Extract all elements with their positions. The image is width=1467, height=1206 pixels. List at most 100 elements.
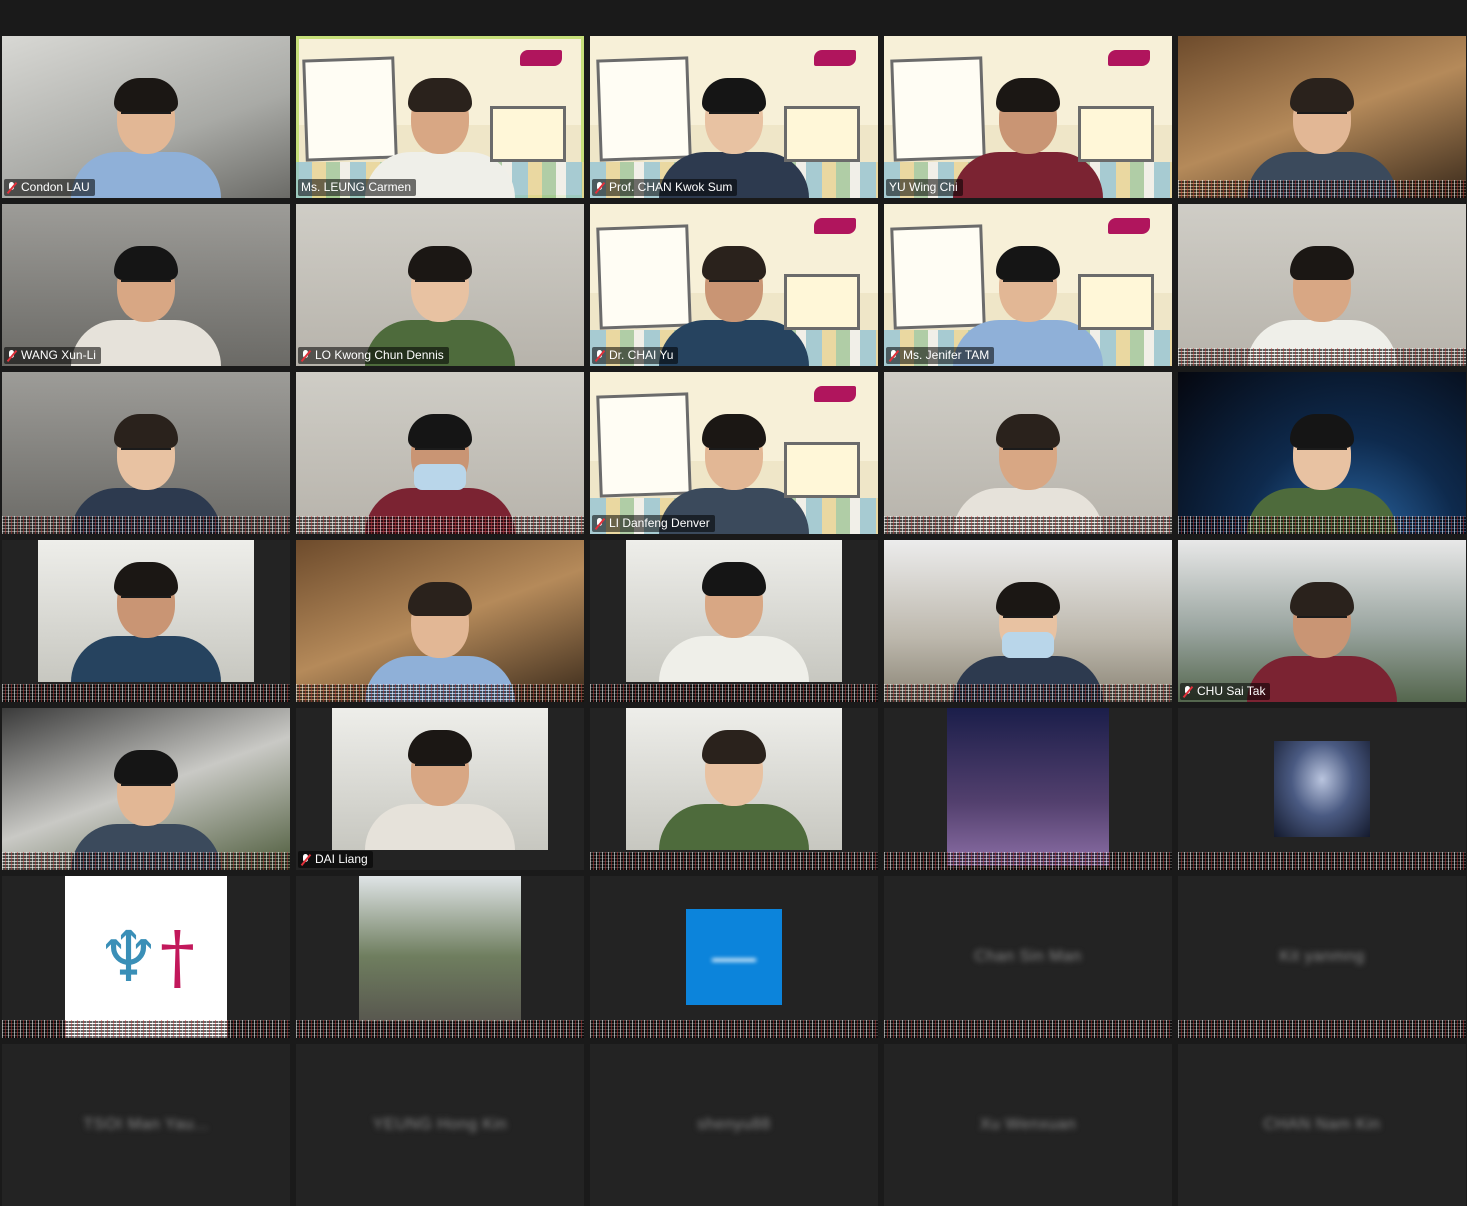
participant-video (953, 402, 1103, 534)
participant-tile[interactable] (884, 540, 1172, 702)
participant-name: CHU Sai Tak (1197, 684, 1266, 698)
participant-tile[interactable] (590, 540, 878, 702)
participant-tile[interactable] (590, 708, 878, 870)
participant-name-label: Prof. CHAN Kwok Sum (592, 179, 738, 196)
participant-tile[interactable]: Chan Sin Man (884, 876, 1172, 1038)
obscured-name-bar (296, 684, 584, 702)
participant-name-label: YU Wing Chi (886, 179, 963, 196)
participant-name: Condon LAU (21, 180, 90, 194)
participant-tile[interactable]: Kit yanmng (1178, 876, 1466, 1038)
participant-name: LI Danfeng Denver (609, 516, 710, 530)
obscured-name-bar (884, 852, 1172, 870)
participant-name-blurred: shenyu88 (697, 1116, 771, 1133)
participant-tile[interactable]: ♆† (2, 876, 290, 1038)
participant-tile[interactable]: TSOI Man Yau... (2, 1044, 290, 1206)
participant-tile[interactable] (1178, 36, 1466, 198)
participant-tile[interactable]: Ms. LEUNG Carmen (296, 36, 584, 198)
participant-video (1247, 402, 1397, 534)
obscured-name-bar (1178, 516, 1466, 534)
street-video-inset (359, 876, 521, 1022)
obscured-name-bar (1178, 348, 1466, 366)
participant-video (1247, 570, 1397, 702)
participant-name-blurred: CHAN Nam Kin (1263, 1116, 1381, 1133)
participant-name-blurred: YEUNG Hong Kin (372, 1116, 508, 1133)
participant-name-label: Ms. Jenifer TAM (886, 347, 995, 364)
obscured-name-bar (884, 516, 1172, 534)
white-video-inset (626, 540, 842, 682)
cityu-logo-icon (814, 218, 856, 234)
participant-tile[interactable]: Prof. CHAN Kwok Sum (590, 36, 878, 198)
mic-muted-icon (889, 349, 898, 362)
participant-name-label: Dr. CHAI Yu (592, 347, 679, 364)
participant-tile[interactable] (296, 372, 584, 534)
participant-name-label: CHU Sai Tak (1180, 683, 1271, 700)
white-video-inset (38, 540, 254, 682)
mic-muted-icon (7, 181, 16, 194)
participant-name-label: LO Kwong Chun Dennis (298, 347, 449, 364)
participant-tile[interactable]: CHAN Nam Kin (1178, 1044, 1466, 1206)
avatar-initial-icon: — (712, 932, 756, 981)
participant-name-label: Condon LAU (4, 179, 95, 196)
mic-muted-icon (595, 349, 604, 362)
participant-tile[interactable]: CHU Sai Tak (1178, 540, 1466, 702)
participant-video (659, 550, 809, 682)
participant-tile[interactable]: shenyu88 (590, 1044, 878, 1206)
participant-name: Ms. Jenifer TAM (903, 348, 990, 362)
obscured-name-bar (884, 1020, 1172, 1038)
participant-tile[interactable]: Ms. Jenifer TAM (884, 204, 1172, 366)
participant-tile[interactable] (2, 540, 290, 702)
mic-muted-icon (7, 349, 16, 362)
participant-tile[interactable]: WANG Xun-Li (2, 204, 290, 366)
obscured-name-bar (2, 1020, 290, 1038)
mic-muted-icon (1183, 685, 1192, 698)
participant-tile[interactable]: Condon LAU (2, 36, 290, 198)
participant-tile[interactable]: Xu Wenxuan (884, 1044, 1172, 1206)
night-video-inset (947, 708, 1109, 866)
blue-video-inset: — (686, 909, 782, 1005)
participant-tile[interactable]: YEUNG Hong Kin (296, 1044, 584, 1206)
obscured-name-bar (2, 684, 290, 702)
obscured-name-bar (296, 1020, 584, 1038)
obscured-name-bar (2, 516, 290, 534)
participant-video (365, 718, 515, 850)
participant-tile[interactable]: DAI Liang (296, 708, 584, 870)
participant-name-label: LI Danfeng Denver (592, 515, 715, 532)
cityu-logo-icon (1108, 218, 1150, 234)
participant-video (71, 738, 221, 870)
participant-tile[interactable] (2, 708, 290, 870)
white-video-inset (626, 708, 842, 850)
participant-video (659, 234, 809, 366)
participant-name: Prof. CHAN Kwok Sum (609, 180, 733, 194)
participant-tile[interactable] (2, 372, 290, 534)
obscured-name-bar (1178, 852, 1466, 870)
participant-tile[interactable]: Dr. CHAI Yu (590, 204, 878, 366)
participant-tile[interactable]: LO Kwong Chun Dennis (296, 204, 584, 366)
mic-muted-icon (595, 181, 604, 194)
participant-gallery: Condon LAU Ms. LEUNG Carmen Prof. CHAN Kwo… (2, 36, 1466, 1206)
participant-tile[interactable] (884, 372, 1172, 534)
participant-name: LO Kwong Chun Dennis (315, 348, 444, 362)
participant-tile[interactable] (296, 876, 584, 1038)
obscured-name-bar (590, 852, 878, 870)
participant-tile[interactable] (296, 540, 584, 702)
participant-video (659, 718, 809, 850)
participant-name-blurred: Xu Wenxuan (979, 1116, 1077, 1133)
cityu-logo-icon (1108, 50, 1150, 66)
participant-tile[interactable] (1178, 372, 1466, 534)
obscured-name-bar (2, 852, 290, 870)
obscured-name-bar (296, 516, 584, 534)
participant-tile[interactable]: LI Danfeng Denver (590, 372, 878, 534)
participant-name-label: Ms. LEUNG Carmen (298, 179, 417, 196)
participant-name-label: DAI Liang (298, 851, 373, 868)
participant-tile[interactable] (884, 708, 1172, 870)
white-video-inset (332, 708, 548, 850)
participant-tile[interactable] (1178, 204, 1466, 366)
participant-name: WANG Xun-Li (21, 348, 96, 362)
cityu-logo-icon (814, 386, 856, 402)
participant-tile[interactable] (1178, 708, 1466, 870)
participant-name-blurred: Kit yanmng (1279, 948, 1365, 965)
obscured-name-bar (1178, 1020, 1466, 1038)
participant-tile[interactable]: — (590, 876, 878, 1038)
participant-tile[interactable]: YU Wing Chi (884, 36, 1172, 198)
cityu-logo-icon (520, 50, 562, 66)
